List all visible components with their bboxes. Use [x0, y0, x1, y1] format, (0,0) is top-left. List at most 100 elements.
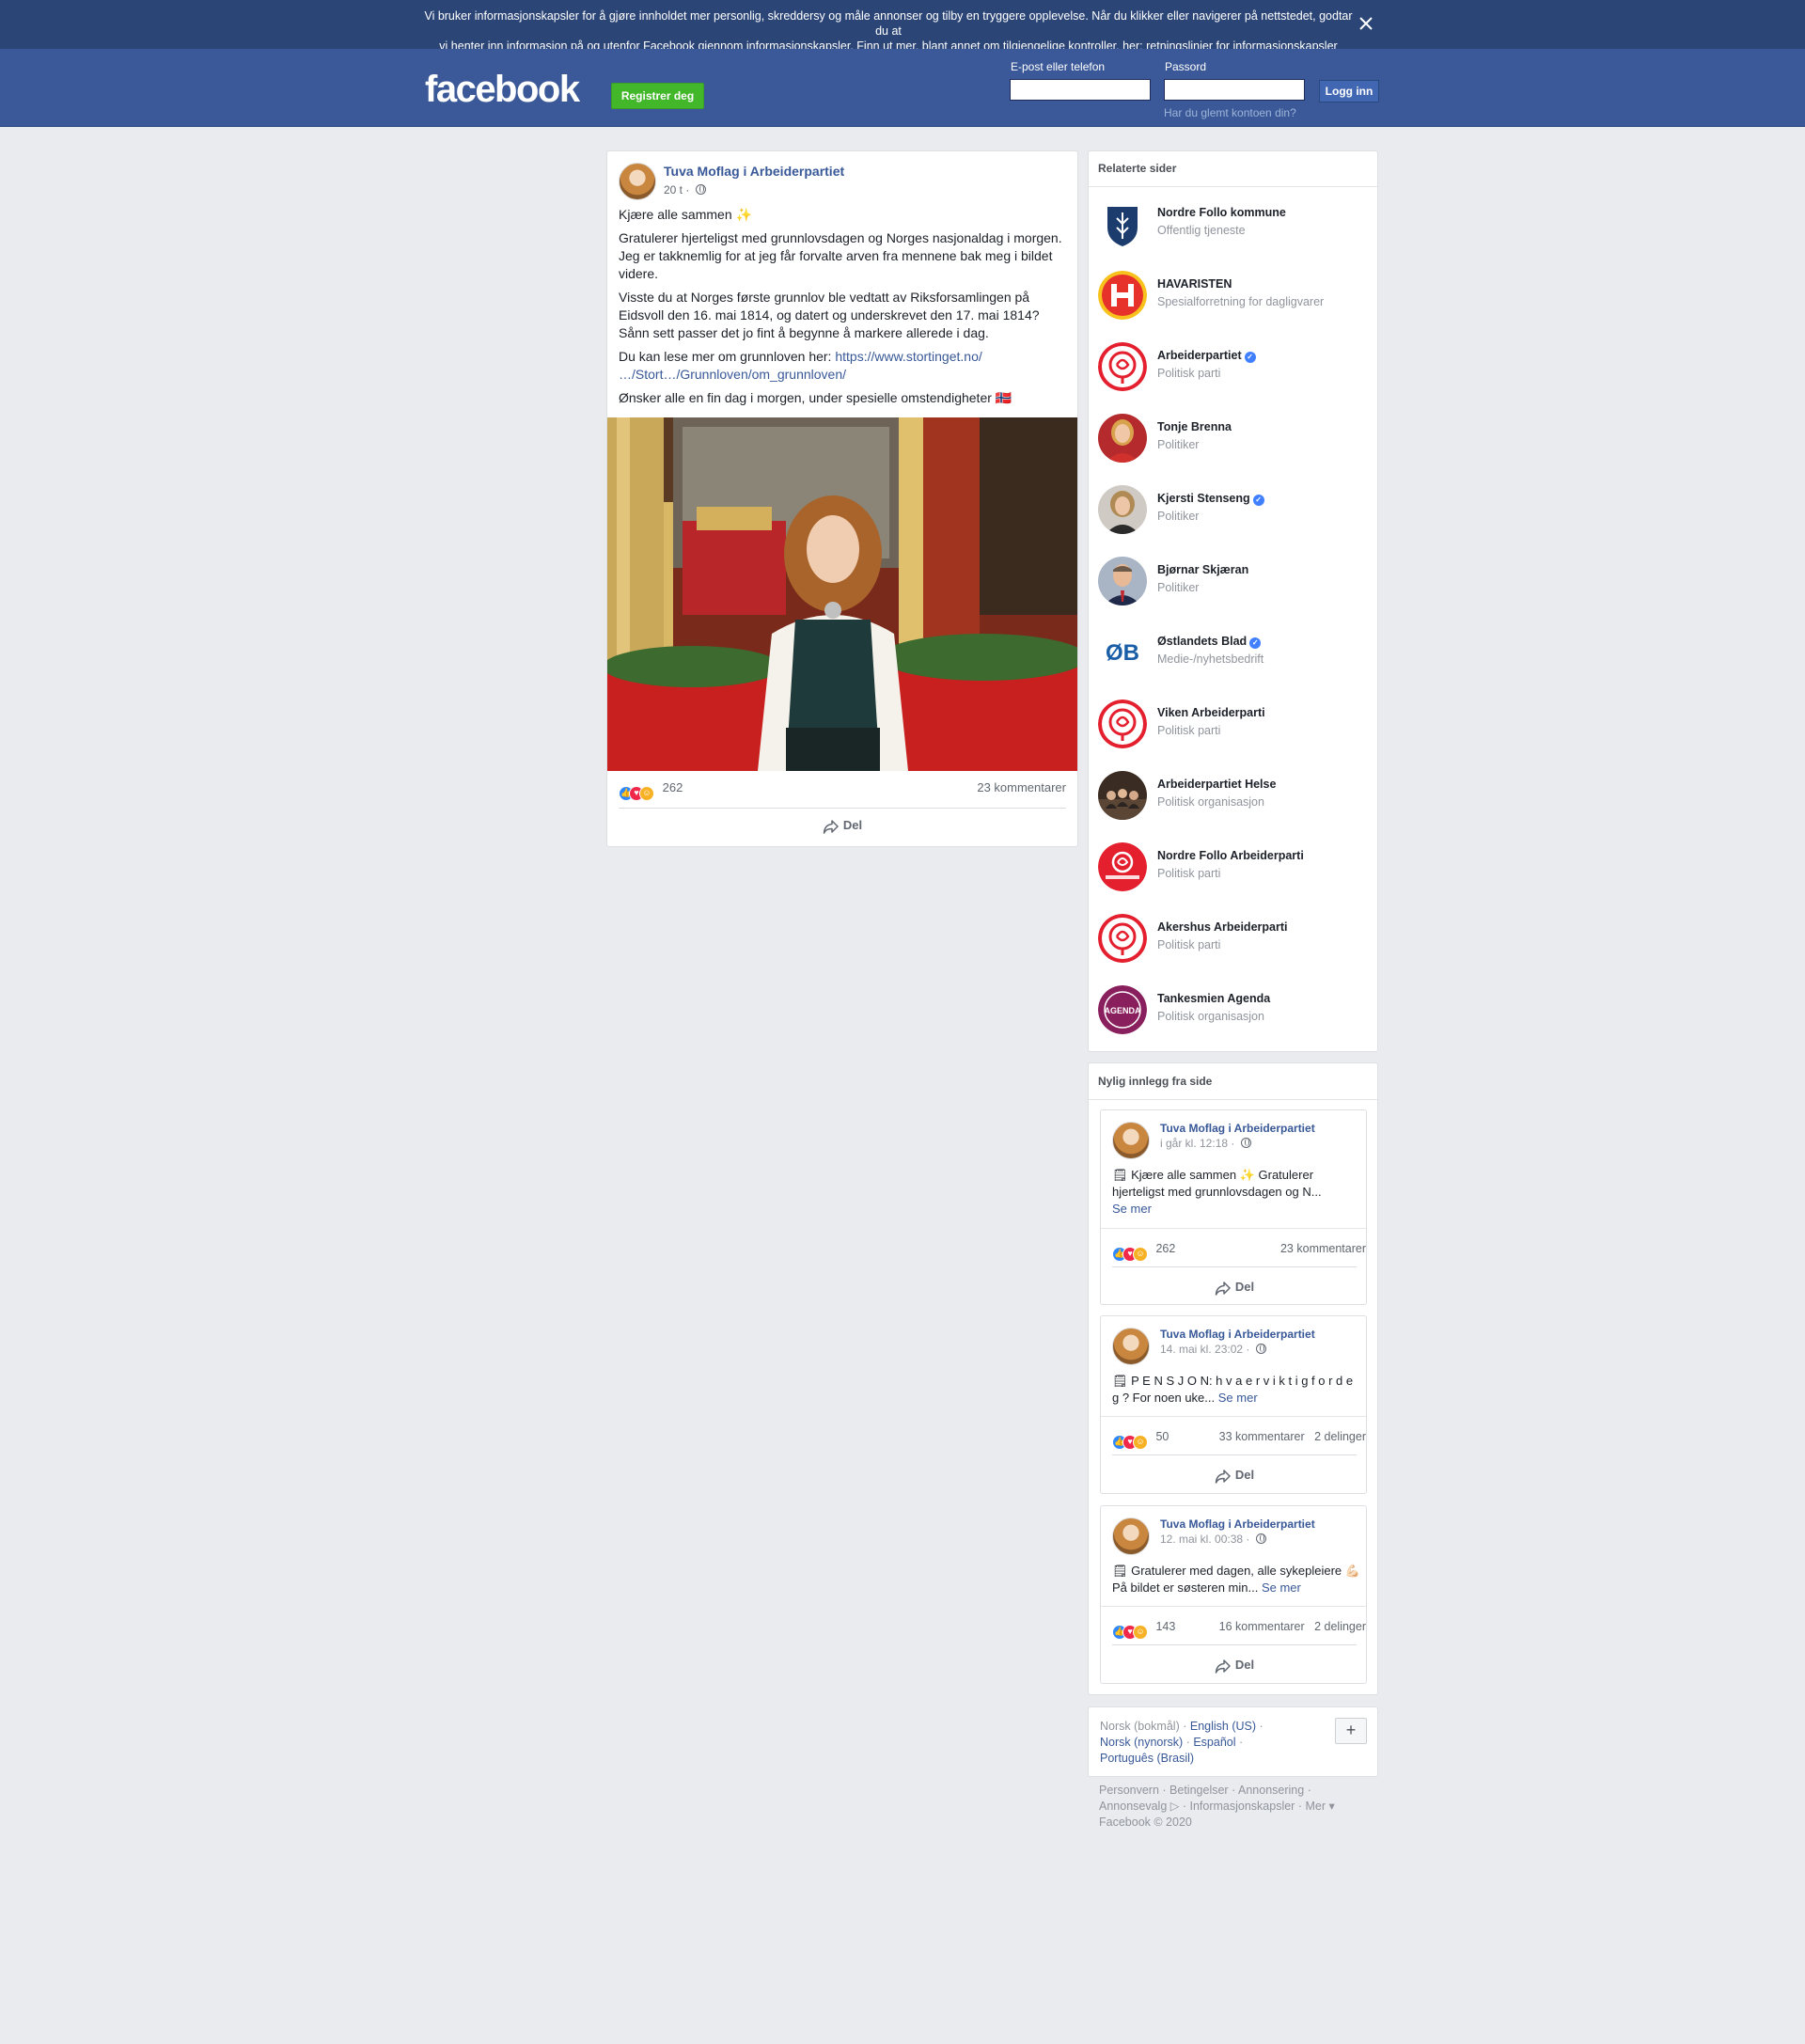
share-label: Del	[1234, 1280, 1255, 1294]
share-button[interactable]: Del	[1101, 1468, 1368, 1484]
rose-logo-icon	[1098, 914, 1147, 963]
rose-logo-icon	[1098, 342, 1147, 391]
group-photo	[1098, 771, 1147, 820]
author-avatar[interactable]	[1112, 1122, 1150, 1159]
facebook-logo[interactable]: facebook	[425, 69, 580, 111]
agenda-logo: AGENDA	[1098, 985, 1147, 1034]
recent-post-author[interactable]: Tuva Moflag i Arbeiderpartiet	[1160, 1517, 1315, 1531]
footer-link[interactable]: Informasjonskapsler	[1189, 1800, 1295, 1813]
related-page-name-text: Kjersti Stenseng	[1157, 492, 1250, 505]
more-languages-button[interactable]: +	[1335, 1718, 1367, 1744]
recent-post-stats[interactable]: 33 kommentarer 2 delinger	[1219, 1430, 1366, 1443]
related-page-item[interactable]: HAVARISTEN Spesialforretning for dagligv…	[1098, 271, 1371, 322]
related-page-item[interactable]: Arbeiderpartiet ✓ Politisk parti	[1098, 342, 1371, 393]
recent-posts-title: Nylig innlegg fra side	[1098, 1075, 1213, 1088]
related-page-name: Bjørnar Skjæran	[1157, 563, 1249, 576]
forgot-account-link[interactable]: Har du glemt kontoen din?	[1164, 106, 1296, 119]
footer-link[interactable]: Betingelser	[1169, 1784, 1229, 1797]
related-pages-panel: Relaterte sider Nordre Follo kommune Off…	[1088, 150, 1378, 1052]
recent-post-time[interactable]: 12. mai kl. 00:38 ·	[1160, 1533, 1266, 1546]
svg-text:AGENDA: AGENDA	[1104, 1006, 1141, 1015]
post-photo[interactable]	[607, 417, 1077, 771]
password-field[interactable]	[1164, 79, 1305, 101]
related-page-item[interactable]: Arbeiderpartiet Helse Politisk organisas…	[1098, 771, 1371, 822]
footer-link[interactable]: Mer ▾	[1305, 1800, 1334, 1813]
author-avatar[interactable]	[1112, 1517, 1150, 1555]
recent-post-card[interactable]: Tuva Moflag i Arbeiderpartiet 12. mai kl…	[1100, 1505, 1367, 1684]
recent-posts-panel: Nylig innlegg fra side Tuva Moflag i Arb…	[1088, 1062, 1378, 1695]
related-page-item[interactable]: Viken Arbeiderparti Politisk parti	[1098, 700, 1371, 750]
language-panel: Norsk (bokmål) · English (US) · Norsk (n…	[1088, 1706, 1378, 1777]
login-button[interactable]: Logg inn	[1319, 80, 1379, 102]
related-page-category: Spesialforretning for dagligvarer	[1157, 295, 1325, 308]
recent-post-card[interactable]: Tuva Moflag i Arbeiderpartiet 14. mai kl…	[1100, 1315, 1367, 1494]
related-page-item[interactable]: ØB Østlandets Blad ✓ Medie-/nyhetsbedrift	[1098, 628, 1371, 679]
post-paragraph-5: Ønsker alle en fin dag i morgen, under s…	[619, 390, 1012, 405]
recent-post-card[interactable]: Tuva Moflag i Arbeiderpartiet i går kl. …	[1100, 1109, 1367, 1305]
recent-post-time[interactable]: 14. mai kl. 23:02 ·	[1160, 1343, 1266, 1356]
see-more-link[interactable]: Se mer	[1262, 1580, 1301, 1595]
post-body: Kjære alle sammen ✨ Gratulerer hjertelig…	[619, 206, 1070, 413]
recent-post-excerpt: 🗒 Kjære alle sammen ✨ Gratulerer hjertel…	[1112, 1168, 1322, 1199]
share-icon	[1215, 1470, 1231, 1484]
recent-post-stats[interactable]: 16 kommentarer 2 delinger	[1219, 1620, 1366, 1633]
author-avatar[interactable]	[619, 163, 656, 200]
related-page-name: Østlandets Blad ✓	[1157, 635, 1262, 649]
related-page-category: Politiker	[1157, 438, 1200, 451]
related-page-name: Tonje Brenna	[1157, 420, 1232, 433]
related-page-item[interactable]: Tonje Brenna Politiker	[1098, 414, 1371, 464]
language-option[interactable]: Norsk (nynorsk)	[1100, 1736, 1183, 1749]
register-button[interactable]: Registrer deg	[611, 83, 704, 109]
see-more-link[interactable]: Se mer	[1112, 1202, 1152, 1216]
related-page-name: HAVARISTEN	[1157, 277, 1232, 291]
recent-post-time-text: i går kl. 12:18 ·	[1160, 1137, 1238, 1150]
related-page-item[interactable]: AGENDA Tankesmien Agenda Politisk organi…	[1098, 985, 1371, 1036]
footer-link[interactable]: Annonsering	[1238, 1784, 1304, 1797]
footer-link[interactable]: Personvern	[1099, 1784, 1159, 1797]
related-page-item[interactable]: Nordre Follo Arbeiderparti Politisk part…	[1098, 842, 1371, 893]
post-time-text: 20 t ·	[664, 183, 693, 197]
footer-link[interactable]: Annonsevalg ▷	[1099, 1800, 1179, 1813]
recent-post-time[interactable]: i går kl. 12:18 ·	[1160, 1137, 1251, 1150]
see-more-link[interactable]: Se mer	[1218, 1391, 1258, 1405]
share-icon	[823, 820, 839, 834]
recent-post-reactions[interactable]: 👍 ♥ ☺ 143 16 kommentarer 2 delinger	[1112, 1620, 1366, 1640]
reaction-count: 50	[1155, 1430, 1169, 1443]
post-timestamp[interactable]: 20 t ·	[664, 183, 706, 197]
plus-icon: +	[1345, 1721, 1357, 1739]
share-button[interactable]: Del	[1101, 1658, 1368, 1674]
language-option[interactable]: Español	[1193, 1736, 1235, 1749]
post-paragraph-1: Kjære alle sammen ✨	[619, 207, 752, 222]
stortinget-link-2[interactable]: …/Stort…/Grunnloven/om_grunnloven/	[619, 367, 846, 382]
related-page-name-text: Arbeiderpartiet	[1157, 349, 1242, 362]
related-page-item[interactable]: Bjørnar Skjæran Politiker	[1098, 557, 1371, 607]
stortinget-link-1[interactable]: https://www.stortinget.no/	[835, 349, 981, 364]
recent-post-stats[interactable]: 23 kommentarer	[1280, 1242, 1366, 1255]
email-field[interactable]	[1010, 79, 1151, 101]
author-avatar[interactable]	[1112, 1328, 1150, 1365]
reaction-count: 262	[662, 780, 683, 794]
related-page-item[interactable]: Nordre Follo kommune Offentlig tjeneste	[1098, 199, 1371, 250]
language-option[interactable]: English (US)	[1190, 1720, 1256, 1733]
share-button[interactable]: Del	[607, 818, 1077, 834]
recent-post-author[interactable]: Tuva Moflag i Arbeiderpartiet	[1160, 1122, 1315, 1135]
related-page-item[interactable]: Akershus Arbeiderparti Politisk parti	[1098, 914, 1371, 965]
share-button[interactable]: Del	[1101, 1280, 1368, 1296]
post-author-link[interactable]: Tuva Moflag i Arbeiderpartiet	[664, 164, 844, 179]
password-label: Passord	[1165, 60, 1207, 73]
comments-count[interactable]: 23 kommentarer	[977, 780, 1066, 794]
language-option[interactable]: Português (Brasil)	[1100, 1752, 1194, 1765]
share-label: Del	[1234, 1658, 1255, 1672]
post-paragraph-2: Gratulerer hjerteligst med grunnlovsdage…	[619, 230, 1062, 281]
recent-post-author[interactable]: Tuva Moflag i Arbeiderpartiet	[1160, 1328, 1315, 1341]
recent-post-reactions[interactable]: 👍 ♥ ☺ 262 23 kommentarer	[1112, 1242, 1366, 1262]
cookie-text-line1: Vi bruker informasjonskapsler for å gjør…	[424, 9, 1353, 38]
recent-post-reactions[interactable]: 👍 ♥ ☺ 50 33 kommentarer 2 delinger	[1112, 1430, 1366, 1450]
divider	[1101, 1606, 1366, 1607]
recent-post-time-text: 14. mai kl. 23:02 ·	[1160, 1343, 1253, 1356]
copyright: Facebook © 2020	[1099, 1816, 1192, 1829]
verified-badge-icon: ✓	[1249, 637, 1262, 649]
related-page-item[interactable]: Kjersti Stenseng ✓ Politiker	[1098, 485, 1371, 536]
close-icon[interactable]	[1356, 13, 1376, 34]
reactions-summary[interactable]: 👍 ♥ ☺ 262 23 kommentarer	[619, 780, 1066, 801]
